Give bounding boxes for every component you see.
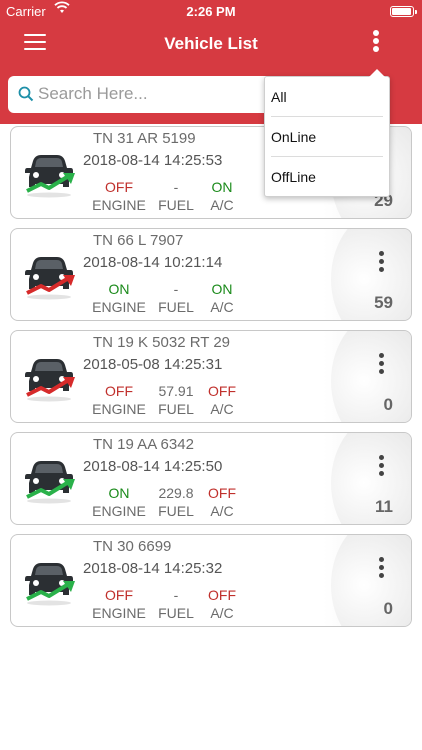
vehicle-timestamp: 2018-05-08 14:25:31 xyxy=(83,356,223,373)
vehicle-count: 59 xyxy=(374,293,393,312)
engine-status: OFF ENGINE xyxy=(89,179,149,213)
car-status-icon xyxy=(23,457,81,505)
engine-value: OFF xyxy=(105,383,133,399)
vehicle-count: 11 xyxy=(375,497,393,516)
car-status-icon xyxy=(23,355,81,403)
engine-status: ON ENGINE xyxy=(89,281,149,315)
engine-label: ENGINE xyxy=(92,401,146,417)
ac-value: ON xyxy=(211,281,233,297)
vehicle-options-icon[interactable] xyxy=(373,251,389,275)
ac-status: OFF A/C xyxy=(192,383,252,417)
vehicle-card[interactable]: TN 66 L 7907 2018-08-14 10:21:14 ON ENGINE -… xyxy=(10,228,412,321)
vehicle-number: TN 19 AA 6342 xyxy=(93,436,194,453)
engine-status: ON ENGINE xyxy=(89,485,149,519)
vehicle-timestamp: 2018-08-14 10:21:14 xyxy=(83,254,223,271)
engine-value: OFF xyxy=(105,179,133,195)
ac-label: A/C xyxy=(210,299,234,315)
vehicle-number: TN 66 L 7907 xyxy=(93,232,184,249)
engine-label: ENGINE xyxy=(92,503,146,519)
vehicle-options-icon[interactable] xyxy=(373,557,389,581)
status-time: 2:26 PM xyxy=(186,4,236,19)
status-bar: Carrier 2:26 PM xyxy=(0,0,422,22)
vehicle-number: TN 31 AR 5199 xyxy=(93,130,196,147)
search-input[interactable] xyxy=(38,79,298,109)
ac-label: A/C xyxy=(210,197,234,213)
nav-bar: Vehicle List xyxy=(0,22,422,64)
vehicle-card[interactable]: TN 30 6699 2018-08-14 14:25:32 OFF ENGINE - F… xyxy=(10,534,412,627)
engine-value: ON xyxy=(108,281,130,297)
ac-status: ON A/C xyxy=(192,179,252,213)
vehicle-count: 0 xyxy=(383,395,393,414)
card-shade xyxy=(331,433,411,524)
battery-icon xyxy=(390,6,417,17)
vehicle-timestamp: 2018-08-14 14:25:32 xyxy=(83,560,223,577)
filter-option-offline[interactable]: OffLine xyxy=(271,157,383,197)
ac-status: ON A/C xyxy=(192,281,252,315)
vehicle-timestamp: 2018-08-14 14:25:50 xyxy=(83,458,223,475)
engine-label: ENGINE xyxy=(92,197,146,213)
vehicle-options-icon[interactable] xyxy=(373,455,389,479)
car-status-icon xyxy=(23,253,81,301)
engine-label: ENGINE xyxy=(92,299,146,315)
vehicle-number: TN 19 K 5032 RT 29 xyxy=(93,334,231,351)
card-shade xyxy=(331,331,411,422)
page-title: Vehicle List xyxy=(164,34,258,53)
filter-option-all[interactable]: All xyxy=(271,77,383,117)
ac-value: OFF xyxy=(208,383,236,399)
engine-status: OFF ENGINE xyxy=(89,587,149,621)
search-icon xyxy=(18,86,34,102)
engine-value: ON xyxy=(108,485,130,501)
vehicle-card[interactable]: TN 19 AA 6342 2018-08-14 14:25:50 ON ENGINE… xyxy=(10,432,412,525)
engine-status: OFF ENGINE xyxy=(89,383,149,417)
ac-label: A/C xyxy=(210,401,234,417)
filter-option-online[interactable]: OnLine xyxy=(271,117,383,157)
card-shade xyxy=(331,535,411,626)
card-shade xyxy=(331,229,411,320)
engine-value: OFF xyxy=(105,587,133,603)
search-box xyxy=(8,76,308,113)
filter-dropdown: All OnLine OffLine xyxy=(264,69,390,197)
car-status-icon xyxy=(23,151,81,199)
vehicle-timestamp: 2018-08-14 14:25:53 xyxy=(83,152,223,169)
vehicle-count: 0 xyxy=(383,599,393,618)
engine-label: ENGINE xyxy=(92,605,146,621)
ac-label: A/C xyxy=(210,605,234,621)
ac-status: OFF A/C xyxy=(192,587,252,621)
more-options-icon[interactable] xyxy=(366,30,386,56)
ac-label: A/C xyxy=(210,503,234,519)
ac-value: OFF xyxy=(208,485,236,501)
car-status-icon xyxy=(23,559,81,607)
vehicle-number: TN 30 6699 xyxy=(93,538,172,555)
vehicle-options-icon[interactable] xyxy=(373,353,389,377)
ac-value: OFF xyxy=(208,587,236,603)
vehicle-card[interactable]: TN 19 K 5032 RT 29 2018-05-08 14:25:31 OFF… xyxy=(10,330,412,423)
ac-status: OFF A/C xyxy=(192,485,252,519)
ac-value: ON xyxy=(211,179,233,195)
